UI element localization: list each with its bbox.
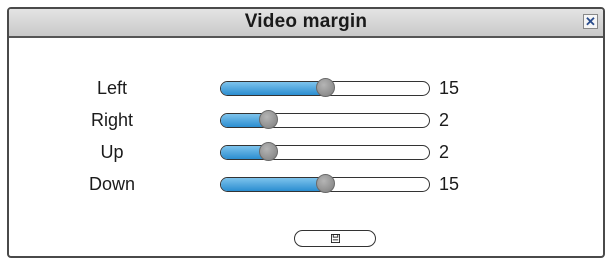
save-icon bbox=[330, 234, 340, 243]
dialog-title: Video margin bbox=[244, 11, 368, 32]
margin-value: 2 bbox=[439, 110, 450, 130]
video-margin-dialog: Video margin ✕ Left 15 Right 2 Up 2 Down… bbox=[7, 7, 605, 258]
margin-label: Down bbox=[88, 174, 136, 194]
up-margin-slider[interactable] bbox=[220, 142, 430, 161]
close-button[interactable]: ✕ bbox=[583, 14, 598, 29]
slider-track bbox=[220, 145, 430, 160]
margin-value: 2 bbox=[439, 142, 450, 162]
down-margin-slider[interactable] bbox=[220, 174, 430, 193]
slider-thumb[interactable] bbox=[316, 78, 335, 97]
title-bar: Video margin ✕ bbox=[9, 9, 603, 38]
slider-track bbox=[220, 113, 430, 128]
margin-row-left: Left 15 bbox=[9, 76, 603, 106]
slider-fill bbox=[221, 82, 325, 95]
right-margin-slider[interactable] bbox=[220, 110, 430, 129]
slider-thumb[interactable] bbox=[316, 174, 335, 193]
margin-label: Up bbox=[100, 142, 124, 162]
close-icon: ✕ bbox=[585, 14, 596, 29]
left-margin-slider[interactable] bbox=[220, 78, 430, 97]
margin-row-down: Down 15 bbox=[9, 172, 603, 202]
margin-value: 15 bbox=[439, 174, 460, 194]
slider-fill bbox=[221, 178, 325, 191]
save-button[interactable] bbox=[294, 230, 376, 247]
margin-row-right: Right 2 bbox=[9, 108, 603, 138]
margin-label: Left bbox=[96, 78, 128, 98]
margin-row-up: Up 2 bbox=[9, 140, 603, 170]
margin-label: Right bbox=[90, 110, 134, 130]
margin-value: 15 bbox=[439, 78, 460, 98]
page-top-edge bbox=[0, 0, 610, 6]
